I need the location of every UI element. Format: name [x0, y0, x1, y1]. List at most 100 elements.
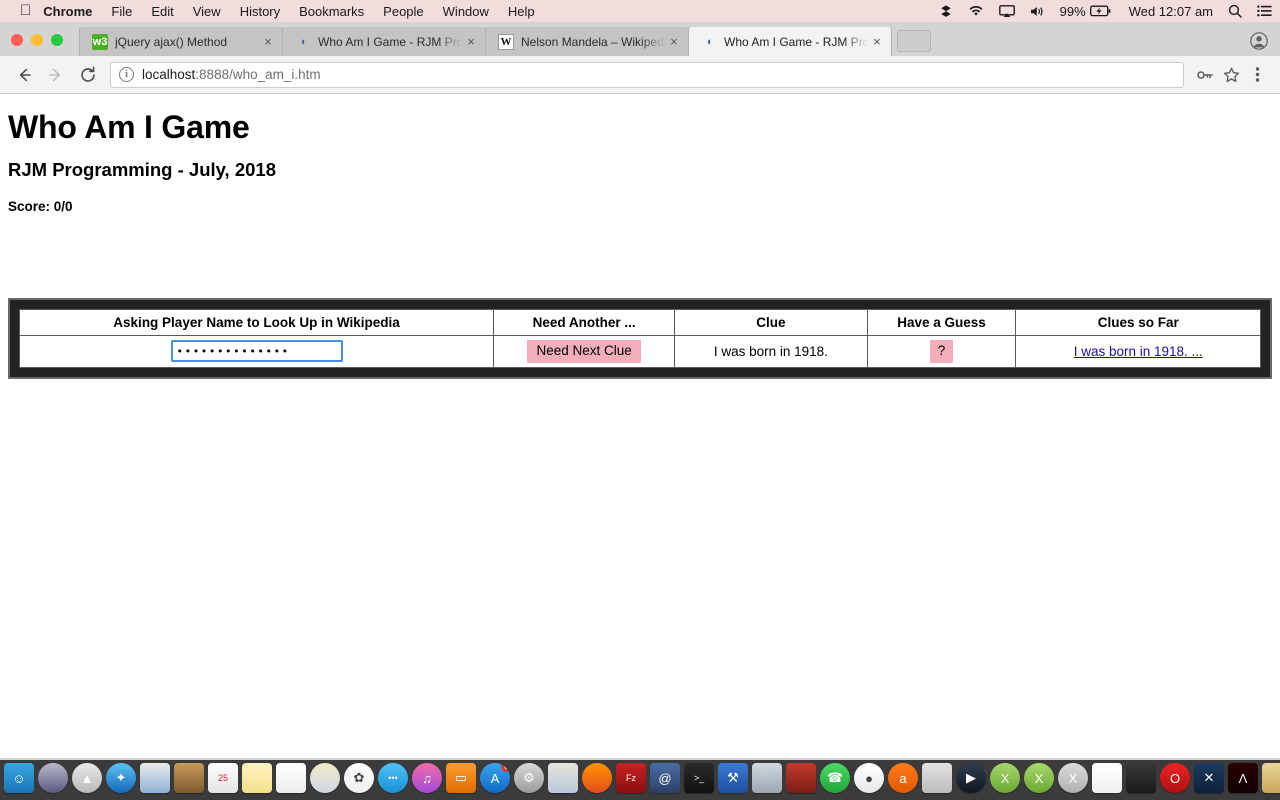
clues-so-far-link[interactable]: I was born in 1918. ... — [1074, 344, 1203, 359]
need-next-clue-button[interactable]: Need Next Clue — [527, 340, 641, 363]
dock-icon-inkscape[interactable] — [1126, 763, 1156, 793]
reload-icon[interactable] — [74, 61, 102, 89]
menu-item-window[interactable]: Window — [443, 4, 489, 19]
airplay-icon[interactable] — [998, 4, 1015, 18]
zoom-window-button[interactable] — [51, 34, 63, 46]
dock-icon-opera[interactable]: O — [1160, 763, 1190, 793]
tab-close-icon[interactable]: × — [666, 35, 682, 48]
wifi-icon[interactable] — [968, 5, 984, 17]
window-traffic-lights — [0, 34, 79, 56]
menu-item-bookmarks[interactable]: Bookmarks — [299, 4, 364, 19]
column-header-have-a-guess: Have a Guess — [866, 309, 1017, 336]
dock-icon-firefox[interactable] — [582, 763, 612, 793]
profile-avatar-icon[interactable] — [1250, 32, 1268, 50]
battery-status[interactable]: 99% — [1060, 4, 1112, 19]
dock-icon-app-store[interactable]: A8 — [480, 763, 510, 793]
dock-icon-finder[interactable]: ☺ — [4, 763, 34, 793]
spotlight-search-icon[interactable] — [1228, 4, 1242, 18]
menu-item-file[interactable]: File — [111, 4, 132, 19]
dock-icon-chrome[interactable]: ● — [854, 763, 884, 793]
dock-icon-glyph: a — [899, 770, 907, 786]
tab-nelson-mandela-wikipedia[interactable]: W Nelson Mandela – Wikipedia × — [485, 27, 689, 56]
dock-icon-terminal[interactable]: >_ — [684, 763, 714, 793]
dock-icon-launchpad[interactable]: ▲ — [72, 763, 102, 793]
dock-icon-calendar[interactable]: 25 — [208, 763, 238, 793]
dock-icon-quicktime[interactable]: ▶ — [956, 763, 986, 793]
dock-icon-xquartz-2[interactable]: X — [1024, 763, 1054, 793]
dock-icon-gimp-disabled[interactable] — [922, 763, 952, 793]
menu-item-chrome[interactable]: Chrome — [43, 4, 92, 19]
dock-icon-itunes[interactable]: ♫ — [412, 763, 442, 793]
tab-jquery-ajax-method[interactable]: w3 jQuery ajax() Method × — [79, 27, 283, 56]
menu-bar-clock[interactable]: Wed 12:07 am — [1129, 4, 1213, 19]
close-window-button[interactable] — [11, 34, 23, 46]
tab-close-icon[interactable]: × — [869, 35, 885, 48]
dropbox-icon[interactable] — [939, 4, 953, 18]
dock-icon-glyph: 25 — [217, 773, 228, 783]
tab-who-am-i-game-active[interactable]: ◖ Who Am I Game - RJM Progra × — [688, 27, 892, 56]
dock-icon-ibooks[interactable]: ▭ — [446, 763, 476, 793]
back-arrow-icon[interactable] — [10, 61, 38, 89]
rjm-icon: ◖ — [705, 35, 713, 48]
tab-title: Nelson Mandela – Wikipedia — [521, 34, 666, 49]
dock-icon-vs-code[interactable]: ✕ — [1194, 763, 1224, 793]
player-name-input[interactable] — [170, 340, 343, 363]
notification-center-icon[interactable] — [1257, 5, 1272, 17]
url-text: localhost:8888/who_am_i.htm — [142, 67, 321, 82]
dock-icon-xquartz-3[interactable]: X — [1058, 763, 1088, 793]
dock-icon-badge: 8 — [501, 763, 510, 772]
dock-icon-acrobat[interactable]: Λ — [1228, 763, 1258, 793]
tab-title: jQuery ajax() Method — [115, 34, 228, 49]
dock-icon-filezilla[interactable]: Fz — [616, 763, 646, 793]
dock-icon-stickies[interactable] — [1262, 763, 1280, 793]
dock-icon-red-app[interactable] — [786, 763, 816, 793]
dock-icon-photos-editor[interactable] — [310, 763, 340, 793]
dock-icon-facetime[interactable]: ☎ — [820, 763, 850, 793]
tab-close-icon[interactable]: × — [463, 35, 479, 48]
info-icon[interactable]: i — [119, 67, 134, 82]
dock-icon-xquartz-1[interactable]: X — [990, 763, 1020, 793]
apple-menu-icon[interactable]:  — [20, 3, 31, 18]
dock-icon-notes[interactable] — [242, 763, 272, 793]
dock-icon-messages[interactable]: ••• — [378, 763, 408, 793]
dock-icon-safari[interactable]: ✦ — [106, 763, 136, 793]
menu-item-help[interactable]: Help — [508, 4, 535, 19]
dock-icon-reminders[interactable] — [276, 763, 306, 793]
dock-icon-glyph: A — [490, 770, 500, 786]
tab-close-icon[interactable]: × — [260, 35, 276, 48]
game-table-frame: Asking Player Name to Look Up in Wikiped… — [8, 298, 1272, 379]
forward-arrow-icon[interactable] — [42, 61, 70, 89]
key-icon[interactable] — [1192, 62, 1218, 88]
dock-icon-system-preferences[interactable]: ⚙ — [514, 763, 544, 793]
wikipedia-icon: W — [498, 33, 514, 50]
dock-icon-glyph: X — [1000, 770, 1010, 786]
tab-who-am-i-game-1[interactable]: ◖ Who Am I Game - RJM Progra × — [282, 27, 486, 56]
dock-icon-xcode[interactable]: ⚒ — [718, 763, 748, 793]
menu-item-view[interactable]: View — [193, 4, 221, 19]
menu-item-history[interactable]: History — [240, 4, 280, 19]
star-icon[interactable] — [1218, 62, 1244, 88]
menu-item-edit[interactable]: Edit — [151, 4, 173, 19]
minimize-window-button[interactable] — [31, 34, 43, 46]
dock-icon-blank-document[interactable] — [1092, 763, 1122, 793]
address-bar[interactable]: i localhost:8888/who_am_i.htm — [110, 61, 1184, 88]
dock-icon-contacts[interactable] — [174, 763, 204, 793]
dock-icon-preview[interactable] — [140, 763, 170, 793]
dock-icon-photos[interactable]: ✿ — [344, 763, 374, 793]
column-header-clue: Clue — [674, 309, 868, 336]
dock-icon-glyph: Λ — [1238, 770, 1248, 786]
url-path: :8888/who_am_i.htm — [195, 67, 321, 82]
dock-icon-avast[interactable]: a — [888, 763, 918, 793]
dock-icon-siri[interactable] — [38, 763, 68, 793]
dock-icon-glyph: O — [1169, 770, 1181, 786]
have-a-guess-button[interactable]: ? — [929, 340, 954, 363]
volume-icon[interactable] — [1030, 5, 1046, 18]
macos-dock: ☺ ▲ ✦ 25 ✿ ••• ♫ ▭ A 8 ⚙ Fz @ >_ ⚒ ☎ ● a ▶ X X X O ✕ Λ — [0, 760, 1280, 800]
dock-icon-mamp[interactable]: @ — [650, 763, 680, 793]
new-tab-button[interactable] — [897, 30, 931, 52]
dock-icon-finder-folder[interactable] — [752, 763, 782, 793]
menu-item-people[interactable]: People — [383, 4, 423, 19]
dock-icon-paint-app[interactable] — [548, 763, 578, 793]
three-dot-menu-icon[interactable] — [1244, 62, 1270, 88]
dock-icon-glyph: ••• — [388, 773, 398, 783]
